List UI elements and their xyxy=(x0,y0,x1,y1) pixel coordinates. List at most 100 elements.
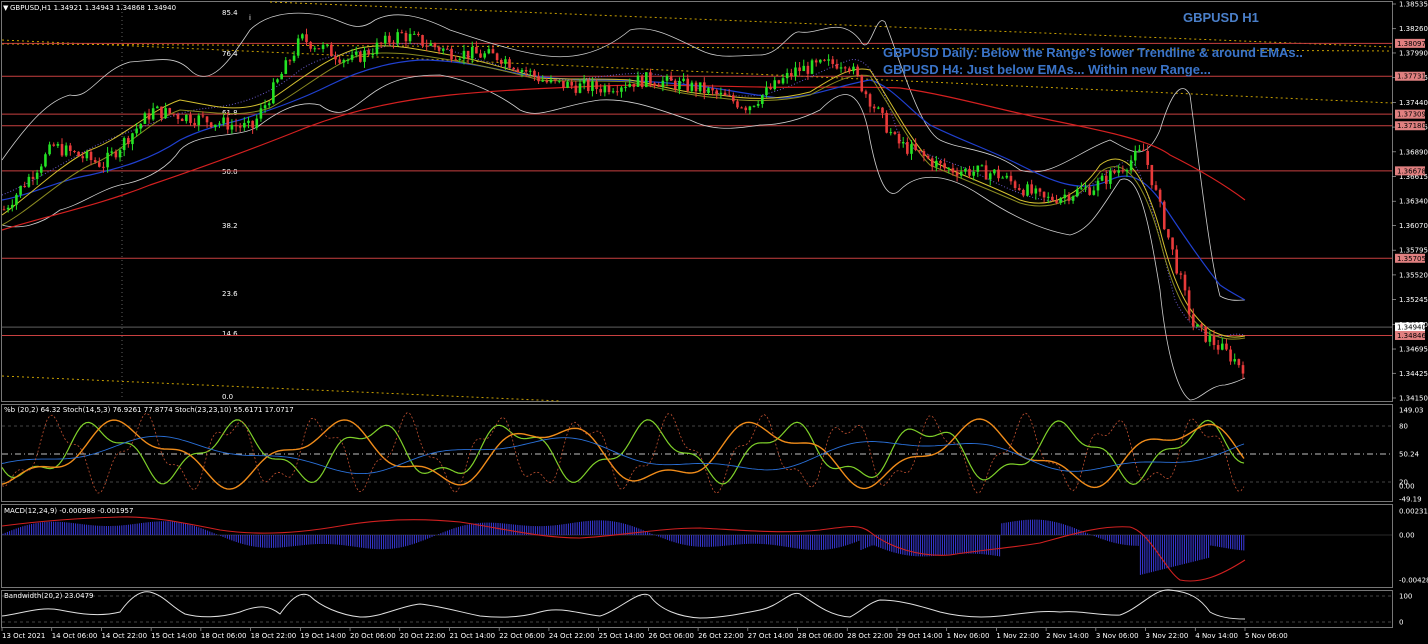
candle-body xyxy=(164,108,167,119)
bandwidth-panel[interactable] xyxy=(1,590,1393,628)
candle-body xyxy=(338,59,341,63)
candle-body xyxy=(1113,170,1116,173)
candle-body xyxy=(798,67,801,72)
price-tick-label: 1.36340 xyxy=(1399,198,1428,206)
time-tick-label: 24 Oct 22:00 xyxy=(549,632,595,640)
candle-body xyxy=(678,80,681,90)
candle-body xyxy=(118,150,122,158)
candle-body xyxy=(914,144,917,151)
candle-body xyxy=(218,123,221,125)
candle-body xyxy=(827,59,830,61)
candle-body xyxy=(185,114,188,122)
candle-body xyxy=(201,115,205,117)
candle-body xyxy=(1233,359,1237,362)
candle-body xyxy=(794,67,797,77)
candle-body xyxy=(296,38,300,56)
candle-body xyxy=(1171,237,1174,250)
candle-body xyxy=(997,169,1000,179)
candle-body xyxy=(508,59,511,68)
candle-body xyxy=(512,67,515,70)
candle-body xyxy=(964,168,967,172)
candle-body xyxy=(69,145,72,152)
candle-body xyxy=(156,106,159,109)
candle-body xyxy=(1191,314,1195,327)
candle-body xyxy=(1208,335,1212,342)
price-tick-label: 1.35520 xyxy=(1399,271,1428,279)
candle-body xyxy=(1084,187,1087,189)
candle-body xyxy=(85,151,89,159)
candle-body xyxy=(1013,181,1017,189)
candle-body xyxy=(160,106,163,119)
candle-body xyxy=(317,48,321,50)
candle-body xyxy=(412,33,416,35)
candle-body xyxy=(417,33,420,36)
time-tick-label: 26 Oct 22:00 xyxy=(698,632,744,640)
candle-body xyxy=(491,49,495,54)
candle-body xyxy=(1104,175,1108,184)
macd-tick-label: -0.004287 xyxy=(1399,577,1428,585)
candle-body xyxy=(301,34,304,39)
candle-body xyxy=(429,43,433,46)
level-tag-label: 1.36678 xyxy=(1397,167,1426,175)
candle-body xyxy=(968,168,971,176)
candle-body xyxy=(495,53,499,60)
candle-body xyxy=(437,47,441,51)
candle-body xyxy=(549,79,553,83)
candle-body xyxy=(1129,160,1133,171)
candle-body xyxy=(1150,164,1154,186)
candle-body xyxy=(752,105,756,107)
candle-body xyxy=(819,59,822,63)
candle-body xyxy=(475,46,478,54)
time-tick-label: 15 Oct 14:00 xyxy=(151,632,197,640)
price-tick-label: 1.37990 xyxy=(1399,49,1428,57)
candle-body xyxy=(64,145,68,156)
time-axis: 13 Oct 2021 14 Oct 06:00 14 Oct 22:00 15 Oc… xyxy=(1,628,1288,640)
candle-body xyxy=(620,87,623,92)
candle-body xyxy=(209,122,213,128)
candle-body xyxy=(922,151,926,156)
candle-body xyxy=(719,92,723,94)
candle-body xyxy=(1225,343,1228,350)
candle-body xyxy=(935,160,938,167)
candle-body xyxy=(6,207,10,210)
macd-tick-label: 0.00 xyxy=(1399,532,1415,540)
candle-body xyxy=(756,103,760,106)
candle-body xyxy=(644,72,648,88)
candle-body xyxy=(305,34,308,43)
fib-label: 76.4 xyxy=(222,50,238,58)
candle-body xyxy=(603,85,607,93)
candle-body xyxy=(392,42,395,44)
candle-body xyxy=(889,132,893,134)
candle-body xyxy=(1133,150,1137,161)
candle-body xyxy=(528,70,532,72)
time-tick-label: 1 Nov 06:00 xyxy=(947,632,990,640)
macd-panel[interactable] xyxy=(1,504,1393,588)
candle-body xyxy=(582,79,586,84)
chart-menu-icon[interactable]: ▼ xyxy=(3,4,9,12)
candle-body xyxy=(1005,175,1009,178)
candle-body xyxy=(790,72,793,77)
candle-body xyxy=(375,42,379,55)
stochastic-panel[interactable] xyxy=(1,404,1393,502)
candle-body xyxy=(632,83,636,87)
price-tick-label: 1.37440 xyxy=(1399,99,1428,107)
candle-body xyxy=(226,117,230,130)
candle-body xyxy=(553,79,557,81)
candle-body xyxy=(640,75,644,88)
price-tick-label: 1.38535 xyxy=(1399,1,1428,9)
time-tick-label: 20 Oct 22:00 xyxy=(400,632,446,640)
candle-body xyxy=(1009,175,1013,182)
candle-body xyxy=(60,144,64,156)
info-icon[interactable]: i xyxy=(249,14,251,22)
candle-body xyxy=(773,80,777,90)
candle-body xyxy=(860,75,864,92)
time-tick-label: 25 Oct 14:00 xyxy=(599,632,645,640)
candle-body xyxy=(114,151,118,158)
candle-body xyxy=(976,165,980,172)
candle-body xyxy=(959,171,963,176)
trading-chart[interactable]: 85.476.461.850.038.223.614.60.0 GBPUSD,H… xyxy=(0,0,1428,644)
candle-body xyxy=(806,65,810,74)
candle-body xyxy=(578,83,582,93)
candle-body xyxy=(56,144,60,146)
candle-body xyxy=(781,78,785,84)
